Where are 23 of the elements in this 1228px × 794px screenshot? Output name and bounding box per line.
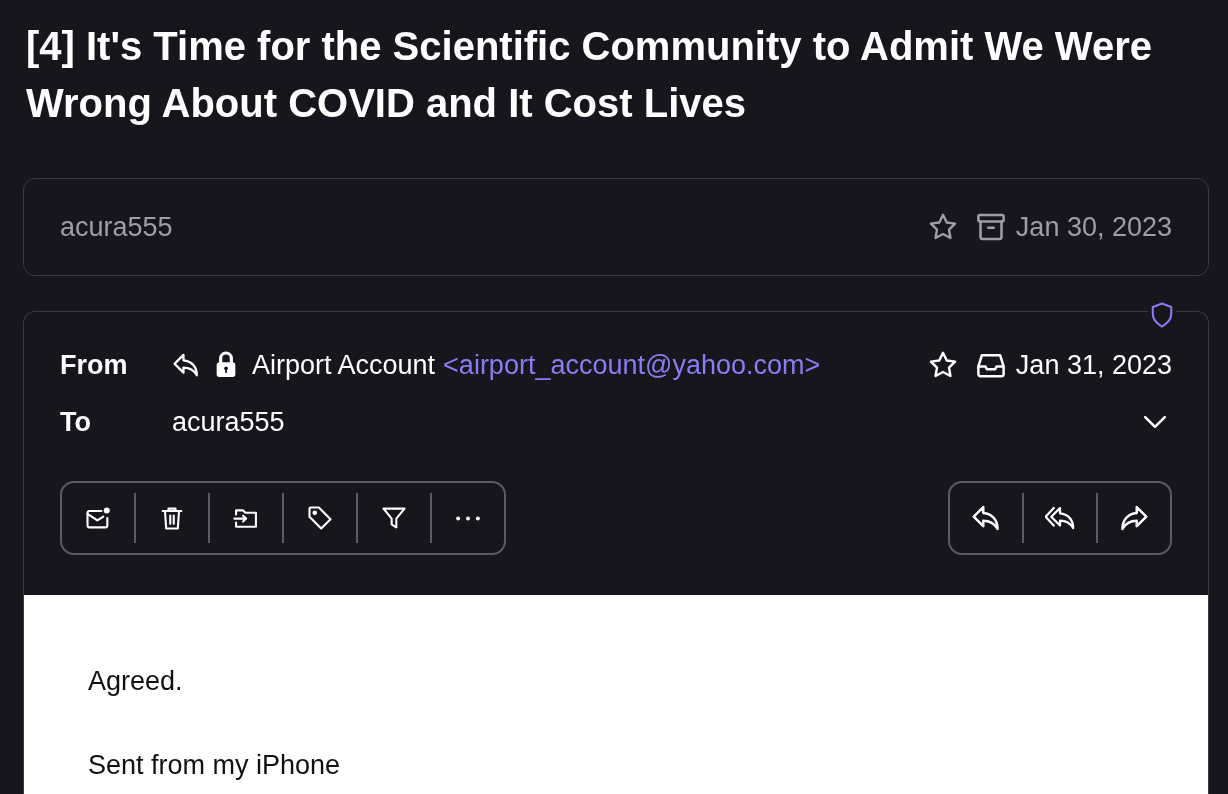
message-date: Jan 31, 2023 <box>1015 349 1172 382</box>
inbox-tray-icon <box>976 351 1005 379</box>
forward-arrow-icon <box>1119 504 1149 532</box>
body-text: Agreed. <box>88 665 184 698</box>
to-label: To <box>60 406 92 439</box>
sender-name: acura555 <box>60 211 173 244</box>
thread-title: [4] It's Time for the Scientific Community to Admit We Were Wrong About COVID and It Cost Lives <box>26 23 1153 127</box>
sender-name: Airport Account <box>252 349 436 382</box>
double-reply-arrow-icon <box>1045 504 1075 532</box>
reply-arrow-icon <box>971 504 1001 532</box>
chevron-down-icon[interactable] <box>1143 415 1167 429</box>
recipient-name: acura555 <box>172 406 285 439</box>
archive-box-icon <box>976 213 1005 241</box>
three-dots-icon <box>456 515 480 521</box>
tag-icon <box>305 504 335 532</box>
star-icon[interactable] <box>928 213 957 241</box>
message-date: Jan 30, 2023 <box>1015 211 1172 244</box>
from-label: From <box>60 349 129 382</box>
sender-email: <airport_account@yahoo.com> <box>443 349 821 382</box>
body-text: Sent from my iPhone <box>88 749 342 782</box>
padlock-icon <box>214 351 238 379</box>
reply-arrow-icon <box>172 351 200 379</box>
collapsed-message-card[interactable]: acura555 Jan 30, 2023 <box>23 178 1209 276</box>
